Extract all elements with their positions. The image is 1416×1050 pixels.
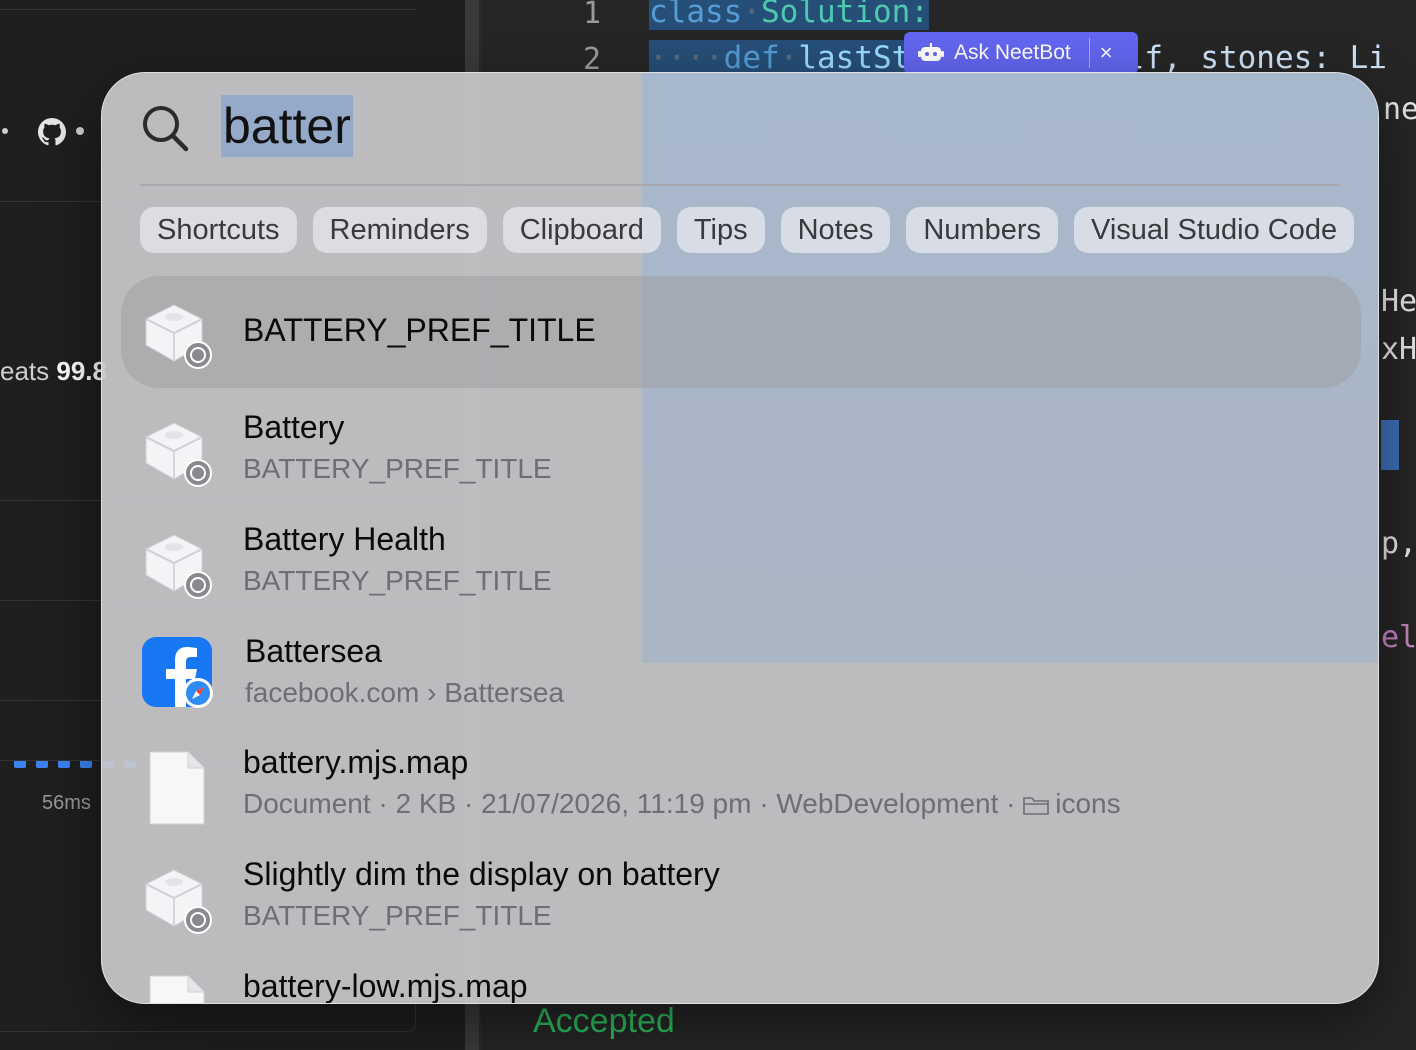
robot-icon <box>918 43 944 61</box>
facebook-safari-icon <box>142 637 213 708</box>
system-settings-icon <box>145 534 212 599</box>
search-divider <box>140 184 1340 186</box>
result-title: Slightly dim the display on battery <box>243 856 720 892</box>
result-row[interactable]: Battersea facebook.com › Battersea <box>102 627 1378 739</box>
ask-neetbot-button[interactable]: Ask NeetBot × <box>904 32 1138 74</box>
result-row[interactable]: Slightly dim the display on battery BATT… <box>102 850 1378 962</box>
result-row[interactable]: battery-low.mjs.map <box>102 962 1378 1004</box>
neetbot-label: Ask NeetBot <box>954 41 1071 64</box>
code-fragment: el <box>1381 620 1416 655</box>
result-subtitle: Document · 2 KB · 21/07/2026, 11:19 pm ·… <box>243 788 1121 819</box>
code-fragment: He <box>1381 284 1416 319</box>
code-fragment: ne <box>1383 92 1416 127</box>
neetbot-close-button[interactable]: × <box>1100 40 1113 66</box>
search-icon <box>143 106 189 152</box>
result-title: BATTERY_PREF_TITLE <box>243 312 596 348</box>
system-settings-icon <box>145 869 212 934</box>
document-icon <box>149 751 205 825</box>
chip-visual-studio-code[interactable]: Visual Studio Code <box>1074 207 1355 253</box>
result-subtitle: facebook.com › Battersea <box>245 677 565 708</box>
dot <box>2 128 8 134</box>
system-settings-icon <box>145 422 212 487</box>
result-subtitle: BATTERY_PREF_TITLE <box>243 565 552 596</box>
result-title: battery.mjs.map <box>243 744 469 780</box>
chip-reminders[interactable]: Reminders <box>312 207 487 253</box>
line-number: 1 <box>582 0 601 31</box>
search-bar[interactable]: batter <box>102 73 1378 185</box>
result-title: battery-low.mjs.map <box>243 968 528 1004</box>
github-icon[interactable] <box>38 118 66 146</box>
beats-stat: eats 99.8 <box>0 356 107 386</box>
chip-shortcuts[interactable]: Shortcuts <box>140 207 297 253</box>
spotlight-panel: batter Shortcuts Reminders Clipboard Tip… <box>101 72 1379 1004</box>
system-settings-icon <box>145 304 212 369</box>
result-subtitle: BATTERY_PREF_TITLE <box>243 900 552 931</box>
category-chips: Shortcuts Reminders Clipboard Tips Notes… <box>140 207 1355 253</box>
result-title: Battery Health <box>243 521 446 557</box>
result-row[interactable]: BATTERY_PREF_TITLE <box>102 276 1378 388</box>
code-fragment: xH <box>1381 332 1416 367</box>
chip-clipboard[interactable]: Clipboard <box>502 207 661 253</box>
accepted-status: Accepted <box>533 1002 675 1040</box>
search-input[interactable]: batter <box>221 95 353 157</box>
code-line-1[interactable]: class·Solution: <box>649 0 929 30</box>
code-line-2[interactable]: ····def·lastSt <box>649 40 911 76</box>
dot <box>76 127 84 135</box>
code-line-2-tail[interactable]: elf, stones: Li <box>1107 40 1387 76</box>
selection-marker <box>1381 420 1399 470</box>
result-title: Battersea <box>245 633 382 669</box>
result-title: Battery <box>243 409 345 445</box>
chip-notes[interactable]: Notes <box>780 207 891 253</box>
folder-icon <box>1023 797 1050 815</box>
chip-numbers[interactable]: Numbers <box>906 207 1058 253</box>
code-fragment: p, <box>1381 526 1416 561</box>
document-icon <box>149 975 205 1003</box>
result-row[interactable]: Battery BATTERY_PREF_TITLE <box>102 403 1378 515</box>
chip-tips[interactable]: Tips <box>676 207 765 253</box>
result-row[interactable]: Battery Health BATTERY_PREF_TITLE <box>102 515 1378 627</box>
result-row[interactable]: battery.mjs.map Document · 2 KB · 21/07/… <box>102 738 1378 850</box>
result-subtitle: BATTERY_PREF_TITLE <box>243 453 552 484</box>
